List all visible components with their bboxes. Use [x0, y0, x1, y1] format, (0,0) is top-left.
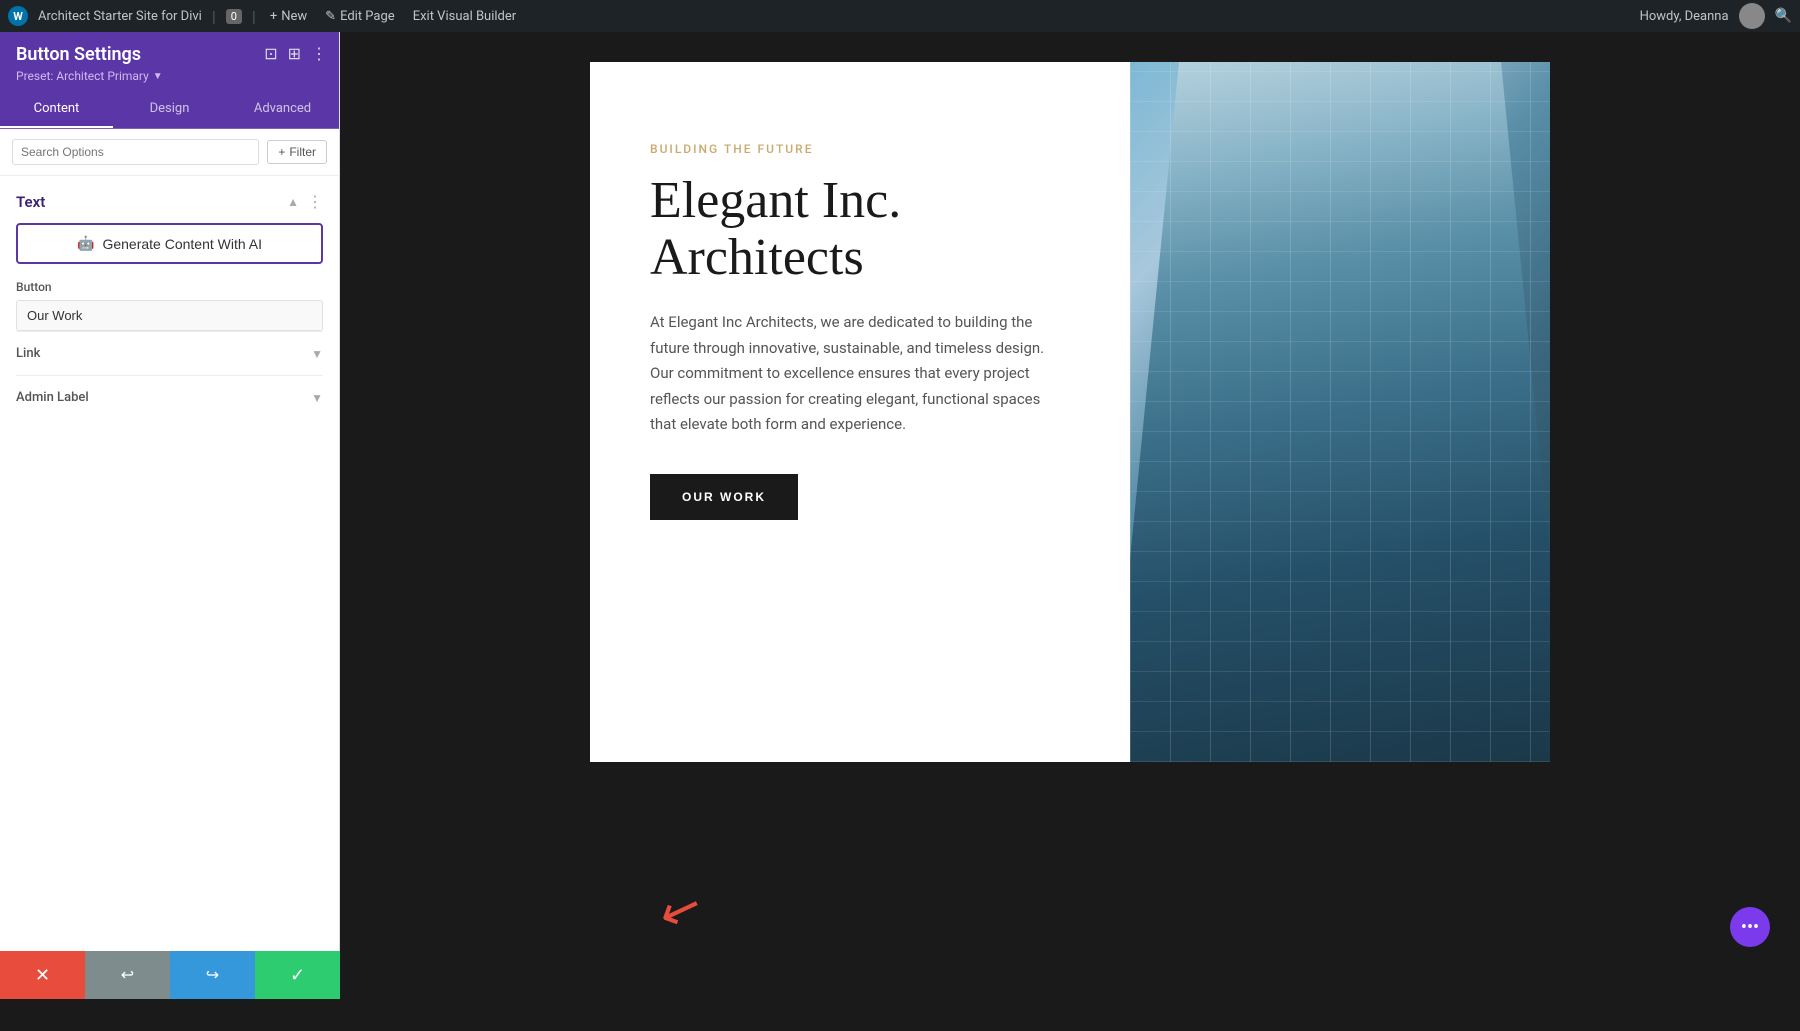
page-hero-image: [1130, 62, 1550, 762]
preset-chevron-icon: ▼: [153, 71, 163, 82]
panel-content: Text ▲ ⋮ 🤖 Generate Content With AI Butt…: [0, 176, 339, 947]
edit-icon: ✎: [325, 9, 336, 24]
admin-label-section: Admin Label ▼: [16, 375, 323, 419]
red-arrow-indicator: ↙: [651, 875, 711, 945]
main-layout: ⊡ ⊞ ⋮ Button Settings Preset: Architect …: [0, 32, 1800, 999]
save-button[interactable]: ✓: [255, 951, 340, 999]
filter-icon: +: [278, 145, 285, 159]
panel-preset[interactable]: Preset: Architect Primary ▼: [16, 69, 323, 83]
admin-label-title: Admin Label: [16, 390, 89, 405]
edit-page-button[interactable]: ✎ Edit Page: [321, 7, 399, 26]
cancel-button[interactable]: ✕: [0, 951, 85, 999]
tab-design[interactable]: Design: [113, 91, 226, 128]
dots-menu-button[interactable]: •••: [1730, 907, 1770, 947]
divider2: |: [252, 7, 256, 26]
page-cta-button[interactable]: OUR WORK: [650, 474, 798, 520]
save-icon: ✓: [290, 965, 305, 986]
building-grid-overlay: [1130, 62, 1550, 762]
admin-bar: W Architect Starter Site for Divi | 0 | …: [0, 0, 1800, 32]
link-section: Link ▼: [16, 331, 323, 375]
text-section-title: Text: [16, 193, 45, 211]
plus-icon: +: [270, 9, 277, 24]
tab-content[interactable]: Content: [0, 91, 113, 128]
more-options-icon[interactable]: ⋮: [311, 44, 327, 63]
divider: |: [212, 7, 216, 26]
search-icon[interactable]: 🔍: [1775, 8, 1792, 24]
text-section-header: Text ▲ ⋮: [16, 192, 323, 211]
search-input[interactable]: [12, 139, 259, 165]
new-button[interactable]: + New: [266, 7, 311, 26]
exit-builder-button[interactable]: Exit Visual Builder: [409, 7, 520, 26]
panel-header: ⊡ ⊞ ⋮ Button Settings Preset: Architect …: [0, 32, 339, 91]
panel-tabs: Content Design Advanced: [0, 91, 339, 129]
link-section-title: Link: [16, 346, 40, 361]
button-text-input[interactable]: [16, 300, 323, 331]
collapse-icon[interactable]: ▲: [287, 195, 299, 209]
button-field-label: Button: [16, 280, 323, 294]
building-image: [1130, 62, 1550, 762]
page-preview: BUILDING THE FUTURE Elegant Inc. Archite…: [590, 62, 1550, 762]
page-eyebrow: BUILDING THE FUTURE: [650, 142, 1070, 156]
wp-logo-icon[interactable]: W: [8, 6, 28, 26]
left-panel: ⊡ ⊞ ⋮ Button Settings Preset: Architect …: [0, 32, 340, 999]
comment-count[interactable]: 0: [226, 9, 242, 24]
tab-advanced[interactable]: Advanced: [226, 91, 339, 128]
preview-area: BUILDING THE FUTURE Elegant Inc. Archite…: [340, 32, 1800, 999]
site-name[interactable]: Architect Starter Site for Divi: [38, 9, 202, 24]
link-chevron-icon: ▼: [311, 347, 323, 361]
redo-button[interactable]: ↪: [170, 951, 255, 999]
panel-header-icons: ⊡ ⊞ ⋮: [264, 44, 327, 63]
generate-ai-button[interactable]: 🤖 Generate Content With AI: [16, 223, 323, 264]
filter-button[interactable]: + Filter: [267, 140, 327, 164]
redo-icon: ↪: [206, 965, 219, 985]
responsive-icon[interactable]: ⊡: [264, 44, 277, 63]
undo-button[interactable]: ↩: [85, 951, 170, 999]
admin-label-header[interactable]: Admin Label ▼: [16, 390, 323, 405]
page-content-left: BUILDING THE FUTURE Elegant Inc. Archite…: [590, 62, 1130, 762]
page-title: Elegant Inc. Architects: [650, 172, 1070, 286]
dots-icon: •••: [1741, 917, 1759, 938]
admin-label-chevron-icon: ▼: [311, 391, 323, 405]
cancel-icon: ✕: [35, 965, 50, 986]
bottom-bar: ✕ ↩ ↪ ✓: [0, 951, 340, 999]
button-field: Button: [16, 280, 323, 331]
search-bar: + Filter: [0, 129, 339, 176]
section-controls: ▲ ⋮: [287, 192, 323, 211]
howdy-text: Howdy, Deanna: [1640, 9, 1729, 24]
undo-icon: ↩: [121, 965, 134, 985]
layout-icon[interactable]: ⊞: [288, 44, 301, 63]
avatar[interactable]: [1739, 3, 1765, 29]
link-section-header[interactable]: Link ▼: [16, 346, 323, 361]
section-more-icon[interactable]: ⋮: [307, 192, 323, 211]
page-body: At Elegant Inc Architects, we are dedica…: [650, 310, 1070, 438]
ai-icon: 🤖: [77, 235, 94, 252]
